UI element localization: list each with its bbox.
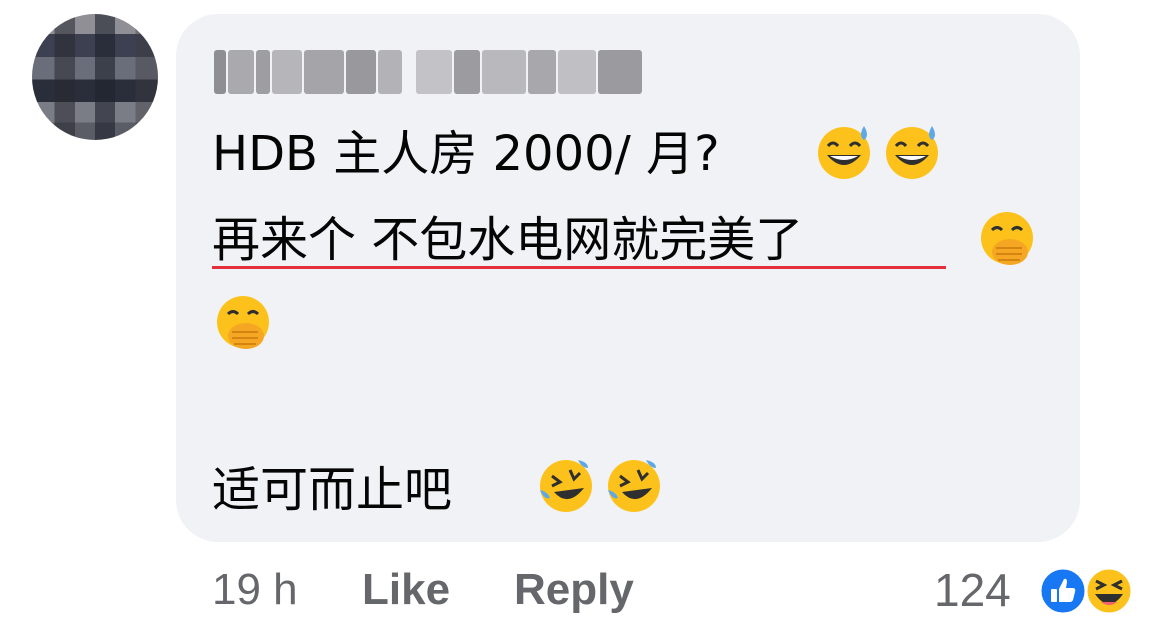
author-name-blurred[interactable] <box>214 50 644 94</box>
rolling-on-the-floor-laughing-icon <box>540 460 592 512</box>
reaction-count[interactable]: 124 <box>934 560 1011 620</box>
rolling-on-the-floor-laughing-icon <box>608 460 660 512</box>
face-with-hand-over-mouth-icon <box>217 296 269 349</box>
face-with-hand-over-mouth-icon <box>981 212 1033 265</box>
timestamp[interactable]: 19 h <box>212 560 298 620</box>
grinning-face-with-sweat-icon <box>886 126 938 179</box>
avatar[interactable] <box>32 14 158 140</box>
like-reaction-icon[interactable] <box>1038 566 1088 616</box>
reply-button[interactable]: Reply <box>514 560 634 620</box>
grinning-face-with-sweat-icon <box>818 126 870 179</box>
comment-text-line-1: HDB 主人房 2000/ 月? <box>212 126 720 182</box>
comment-text-line-4: 适可而止吧 <box>212 462 453 518</box>
red-underline <box>212 266 946 269</box>
haha-reaction-icon[interactable] <box>1084 566 1134 616</box>
comment-text-line-2: 再来个 不包水电网就完美了 <box>212 212 804 268</box>
like-button[interactable]: Like <box>362 560 450 620</box>
